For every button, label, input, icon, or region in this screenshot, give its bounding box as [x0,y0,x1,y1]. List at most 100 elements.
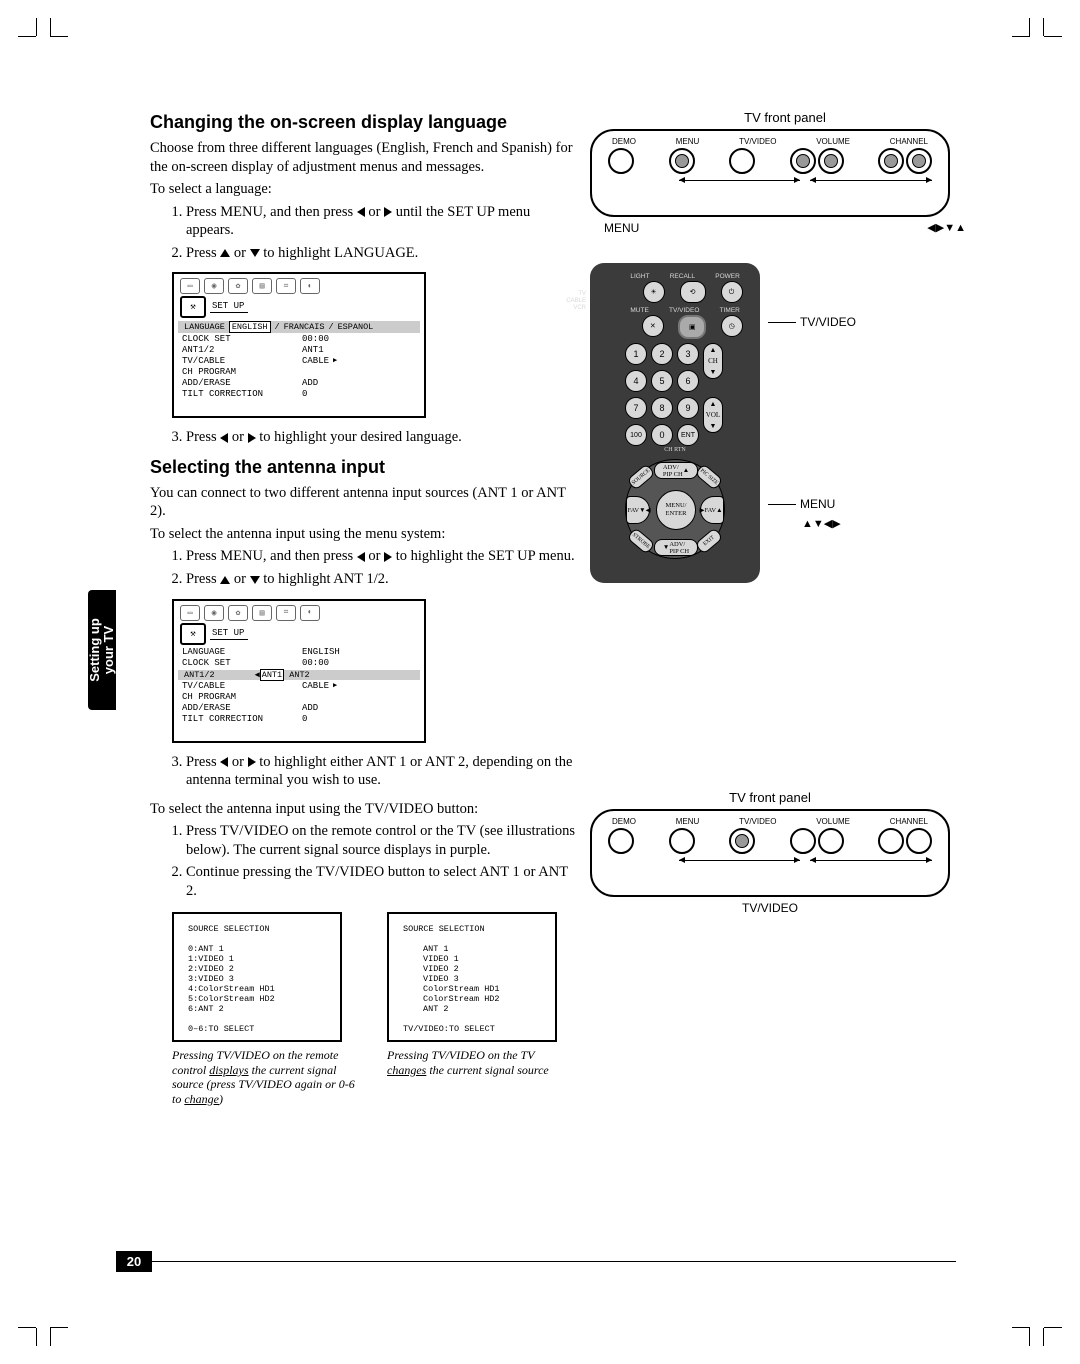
ant-highlight-bar: ANT1/2 ◀ANT1 ANT2 [178,670,420,680]
channel-up-icon [906,828,932,854]
osd-icon: ▤ [252,605,272,621]
right-column: TV front panel DEMO MENU TV/VIDEO VOLUME… [590,110,980,603]
crop-mark [44,1322,68,1346]
crop-mark [1012,1322,1036,1346]
nav-up-icon: ADV/ PIP CH ▲ [654,462,698,479]
ant-step-1: Press MENU, and then press or to highlig… [186,547,580,566]
crop-mark [1038,1322,1062,1346]
osd-icon: ▤ [252,278,272,294]
channel-up-icon [906,148,932,174]
volume-down-icon [790,828,816,854]
keypad: 1 2 3 ▲CH▼ 4 5 6 7 8 9 ▲VOL▼ 100 0 ENT [600,343,750,446]
osd-icon: ◐ [300,278,320,294]
key-7-icon: 7 [625,397,647,419]
crop-mark [18,18,42,42]
osd-language-menu: ▭ ◉ ✿ ▤ ⌗ ◐ ⚒ SET UP LANGUAGE ENGLISH/ F… [172,272,426,418]
right-arrow-icon [248,433,256,443]
tv-front-panel-menu: DEMO MENU TV/VIDEO VOLUME CHANNEL [590,129,950,217]
osd-row: CH PROGRAM [174,692,424,703]
vol-rocker-icon: ▲VOL▼ [703,397,723,433]
intro-antenna: You can connect to two different antenna… [150,484,580,521]
osd-row: TILT CORRECTION0 [174,714,424,725]
callout-arrows: ▲▼◀▶ [802,517,841,530]
osd-icon: ✿ [228,278,248,294]
key-0-icon: 0 [651,424,673,446]
osd-tab-icons: ▭ ◉ ✿ ▤ ⌗ ◐ [174,601,424,621]
right-arrow-icon [384,207,392,217]
osd-icon: ◉ [204,605,224,621]
ant-step-3: Press or to highlight either ANT 1 or AN… [186,753,580,790]
crop-mark [1012,18,1036,42]
down-arrow-icon [250,576,260,584]
lead-language: To select a language: [150,180,580,199]
volume-down-icon [790,148,816,174]
key-8-icon: 8 [651,397,673,419]
tvvideo-button-icon [729,828,755,854]
osd-row: ANT1/2ANT1 [174,345,424,356]
key-1-icon: 1 [625,343,647,365]
tv-step-1: Press TV/VIDEO on the remote control or … [186,822,580,859]
osd-title: SET UP [210,628,248,640]
nav-left-icon: FAV▼◀ [626,496,650,524]
step-2: Press or to highlight LANGUAGE. [186,244,580,263]
crop-mark [1038,18,1062,42]
language-highlight-bar: LANGUAGE ENGLISH/ FRANCAIS/ ESPANOL [178,321,420,333]
main-column: Changing the on-screen display language … [150,112,580,1106]
right-arrow-icon [248,757,256,767]
tab-line2: your TV [101,626,116,674]
mute-button-icon: ✕ [642,315,664,337]
fp-label-menu: MENU [604,221,639,235]
diag-picsize-icon: PIC SIZE [695,463,724,490]
diag-strobe-icon: STROBE [627,527,656,554]
volume-up-icon [818,148,844,174]
srcbox-footer: TV/VIDEO:TO SELECT [403,1024,545,1034]
nav-pad: SOURCE PIC SIZE STROBE EXIT ADV/ PIP CH … [625,459,725,559]
recall-button-icon: ⟲ [680,281,706,303]
footer-rule [152,1261,956,1262]
demo-button-icon [608,828,634,854]
osd-row: ADD/ERASEADD [174,378,424,389]
srcbox-title: SOURCE SELECTION [403,924,545,934]
remote-control: TV CABLE VCR LIGHT RECALL POWER ☀ ⟲ ⏻ [590,263,760,583]
setup-icon: ⚒ [180,296,206,318]
play-arrow-icon: ▶ [333,681,337,692]
step-3: Press or to highlight your desired langu… [186,428,580,447]
fp-label-tvvideo: TV/VIDEO [742,901,798,915]
lead-antenna-menu: To select the antenna input using the me… [150,525,580,544]
menu-button-icon [669,148,695,174]
diag-exit-icon: EXIT [695,527,724,554]
down-arrow-icon [250,249,260,257]
play-arrow-icon: ▶ [333,356,337,367]
key-9-icon: 9 [677,397,699,419]
tv-step-2: Continue pressing the TV/VIDEO button to… [186,863,580,900]
osd-antenna-menu: ▭ ◉ ✿ ▤ ⌗ ◐ ⚒ SET UP LANGUAGEENGLISH CLO… [172,599,426,743]
osd-icon: ▭ [180,278,200,294]
heading-language: Changing the on-screen display language [150,112,580,133]
front-panel-title: TV front panel [590,110,980,125]
step-1: Press MENU, and then press or until the … [186,203,580,240]
osd-row: TV/CABLECABLE▶ [174,356,424,367]
callout-tvvideo: TV/VIDEO [800,315,856,329]
osd-icon: ✿ [228,605,248,621]
osd-row: CH PROGRAM [174,367,424,378]
channel-down-icon [878,828,904,854]
left-arrow-icon [357,552,365,562]
key-100-icon: 100 [625,424,647,446]
chapter-tab: Setting up your TV [88,590,116,710]
heading-antenna: Selecting the antenna input [150,457,580,478]
channel-down-icon [878,148,904,174]
front-panel-title-2: TV front panel [590,790,950,805]
left-arrow-icon [357,207,365,217]
nav-right-icon: ▶FAV▲ [700,496,724,524]
menu-enter-button-icon: MENU/ ENTER [656,490,696,530]
source-selection-figures: SOURCE SELECTION 0:ANT 1 1:VIDEO 1 2:VID… [172,912,580,1106]
up-arrow-icon [220,249,230,257]
power-button-icon: ⏻ [721,281,743,303]
up-arrow-icon [220,576,230,584]
page-footer: 20 [116,1250,956,1272]
caption-tv: Pressing TV/VIDEO on the TV changes the … [387,1048,572,1077]
remote-figure: TV CABLE VCR LIGHT RECALL POWER ☀ ⟲ ⏻ [590,263,980,603]
key-6-icon: 6 [677,370,699,392]
nav-down-icon: ▼ ADV/ PIP CH [654,539,698,556]
source-selection-tv: SOURCE SELECTION ANT 1 VIDEO 1 VIDEO 2 V… [387,912,557,1042]
